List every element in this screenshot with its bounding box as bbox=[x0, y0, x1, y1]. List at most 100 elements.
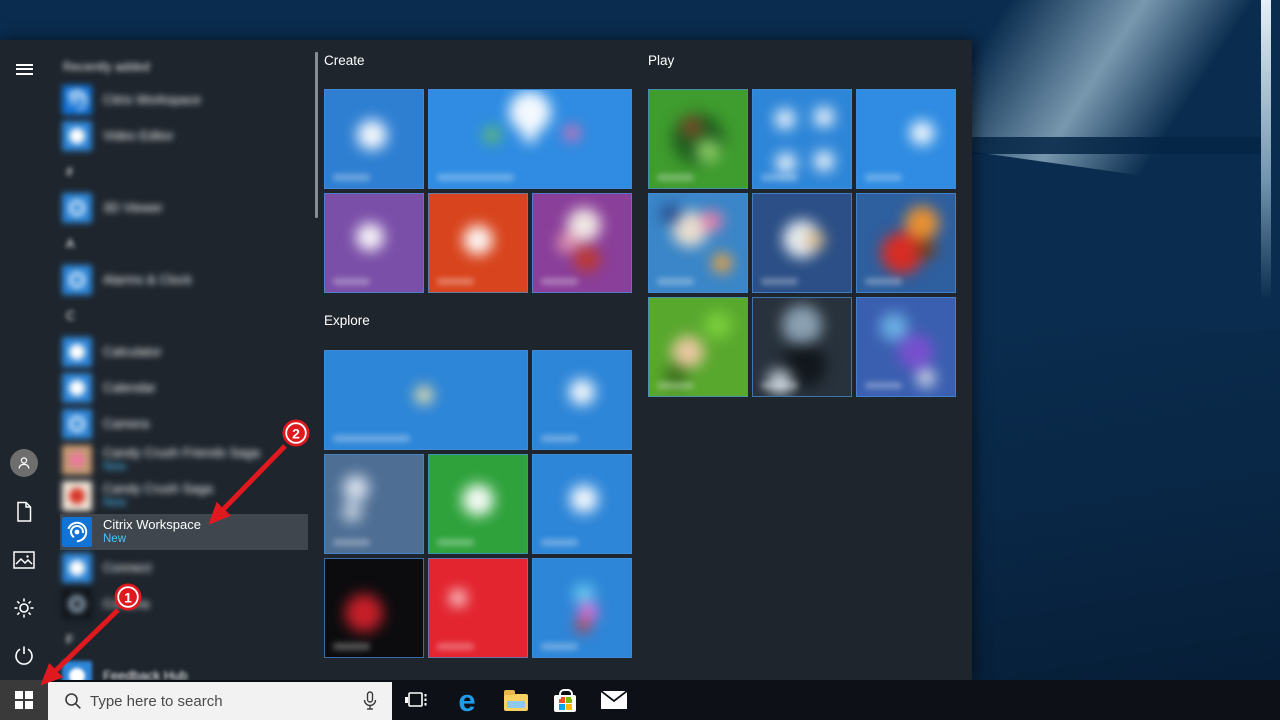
app-icon-glyph bbox=[69, 200, 85, 216]
app-list-item-connect[interactable]: Connect bbox=[60, 550, 308, 586]
app-label: 3D Viewer bbox=[103, 201, 163, 216]
tile-art-blob bbox=[357, 120, 387, 150]
app-row-content: Camera bbox=[62, 409, 149, 439]
tile-explore[interactable] bbox=[428, 454, 528, 554]
tile-label-smudge bbox=[761, 278, 798, 285]
expand-menu-button[interactable] bbox=[0, 49, 48, 89]
tile-create[interactable] bbox=[324, 193, 424, 293]
tile-art-blob bbox=[782, 305, 822, 345]
tile-create[interactable] bbox=[324, 89, 424, 189]
app-label: Feedback Hub bbox=[103, 669, 188, 680]
tile-create[interactable] bbox=[428, 89, 632, 189]
file-explorer-button[interactable] bbox=[492, 680, 540, 720]
tile-label-smudge bbox=[541, 278, 578, 285]
taskbar: e bbox=[0, 680, 1280, 720]
tile-art-blob bbox=[704, 311, 732, 339]
app-list-item-camera[interactable]: Camera bbox=[60, 406, 308, 442]
tile-art-blob bbox=[483, 127, 500, 144]
pictures-button[interactable] bbox=[0, 540, 48, 580]
app-texts: Citrix WorkspaceNew bbox=[103, 518, 201, 546]
tile-label-smudge bbox=[657, 174, 694, 181]
taskbar-search[interactable] bbox=[48, 682, 392, 720]
tile-explore[interactable] bbox=[324, 558, 424, 658]
tile-play[interactable] bbox=[648, 193, 748, 293]
store-button[interactable] bbox=[541, 680, 589, 720]
tile-play[interactable] bbox=[856, 193, 956, 293]
tile-play[interactable] bbox=[648, 297, 748, 397]
tile-explore[interactable] bbox=[324, 350, 528, 450]
app-label: Candy Crush Saga bbox=[103, 482, 213, 497]
app-list-item-calculator[interactable]: Calculator bbox=[60, 334, 308, 370]
app-list-item-alarms-clock[interactable]: Alarms & Clock bbox=[60, 262, 308, 298]
app-list-letter-header[interactable]: F bbox=[60, 622, 308, 658]
tile-label-smudge bbox=[761, 174, 798, 181]
user-account-button[interactable] bbox=[0, 443, 48, 483]
documents-button[interactable] bbox=[0, 492, 48, 532]
tile-play[interactable] bbox=[856, 89, 956, 189]
tile-create[interactable] bbox=[532, 193, 632, 293]
tile-label-smudge bbox=[657, 382, 694, 389]
tile-play[interactable] bbox=[648, 89, 748, 189]
tile-art-blob bbox=[661, 204, 681, 224]
tile-art-blob bbox=[569, 379, 595, 405]
tile-play[interactable] bbox=[752, 89, 852, 189]
start-button[interactable] bbox=[0, 680, 48, 720]
app-list-item-candy-crush-saga[interactable]: Candy Crush SagaNew bbox=[60, 478, 308, 514]
app-new-badge: New bbox=[103, 533, 201, 546]
wallpaper-floor-shade bbox=[960, 330, 1280, 720]
settings-button[interactable] bbox=[0, 588, 48, 628]
app-icon-glyph bbox=[69, 128, 85, 144]
app-list-letter-header[interactable]: C bbox=[60, 298, 308, 334]
tile-art-blob bbox=[917, 369, 935, 387]
app-list-item-citrix-workspace[interactable]: Citrix WorkspaceNew bbox=[60, 514, 308, 550]
app-list-item-citrix-workspace[interactable]: Citrix Workspace bbox=[60, 82, 308, 118]
tile-explore[interactable] bbox=[428, 558, 528, 658]
app-row-content: 3D Viewer bbox=[62, 193, 163, 223]
edge-button[interactable]: e bbox=[443, 680, 491, 720]
app-row-content: Cortana bbox=[62, 589, 149, 619]
app-list-item-3d-viewer[interactable]: 3D Viewer bbox=[60, 190, 308, 226]
app-list-item-cortana[interactable]: Cortana bbox=[60, 586, 308, 622]
tile-explore[interactable] bbox=[532, 558, 632, 658]
tile-play[interactable] bbox=[752, 297, 852, 397]
mail-button[interactable] bbox=[590, 680, 638, 720]
app-label: Alarms & Clock bbox=[103, 273, 192, 288]
app-list-letter-header[interactable]: # bbox=[60, 154, 308, 190]
microphone-icon[interactable] bbox=[362, 691, 378, 711]
section-title-play: Play bbox=[648, 53, 674, 68]
tile-label-smudge bbox=[437, 643, 474, 650]
tile-art-blob bbox=[681, 116, 703, 138]
tile-explore[interactable] bbox=[324, 454, 424, 554]
tile-play[interactable] bbox=[856, 297, 956, 397]
app-list-scrollbar[interactable] bbox=[315, 52, 318, 218]
tile-label-smudge bbox=[541, 539, 578, 546]
app-list-letter-header[interactable]: A bbox=[60, 226, 308, 262]
tile-art-blob bbox=[523, 129, 537, 143]
app-list-item-feedback-hub[interactable]: Feedback Hub bbox=[60, 658, 308, 680]
app-list-item-calendar[interactable]: Calendar bbox=[60, 370, 308, 406]
tile-art-blob bbox=[672, 336, 704, 368]
task-view-icon bbox=[404, 689, 428, 711]
app-row-content: Connect bbox=[62, 553, 151, 583]
app-list-item-video-editor[interactable]: Video Editor bbox=[60, 118, 308, 154]
store-icon bbox=[554, 695, 576, 712]
search-input[interactable] bbox=[90, 693, 362, 710]
tile-create[interactable] bbox=[428, 193, 528, 293]
tile-explore[interactable] bbox=[532, 350, 632, 450]
task-view-button[interactable] bbox=[392, 680, 440, 720]
tile-art-blob bbox=[574, 246, 600, 272]
app-icon bbox=[62, 121, 92, 151]
power-button[interactable] bbox=[0, 636, 48, 676]
app-icon-glyph bbox=[69, 452, 85, 468]
wallpaper-light-line bbox=[1261, 0, 1271, 300]
app-list-item-candy-crush-friends-saga[interactable]: Candy Crush Friends SagaNew bbox=[60, 442, 308, 478]
tile-play[interactable] bbox=[752, 193, 852, 293]
app-label: Video Editor bbox=[103, 129, 174, 144]
tile-art-blob bbox=[814, 107, 834, 127]
app-icon bbox=[62, 265, 92, 295]
app-icon bbox=[62, 553, 92, 583]
tile-label-smudge bbox=[333, 174, 370, 181]
tile-explore[interactable] bbox=[532, 454, 632, 554]
app-icon bbox=[62, 409, 92, 439]
tile-label-smudge bbox=[437, 174, 514, 181]
